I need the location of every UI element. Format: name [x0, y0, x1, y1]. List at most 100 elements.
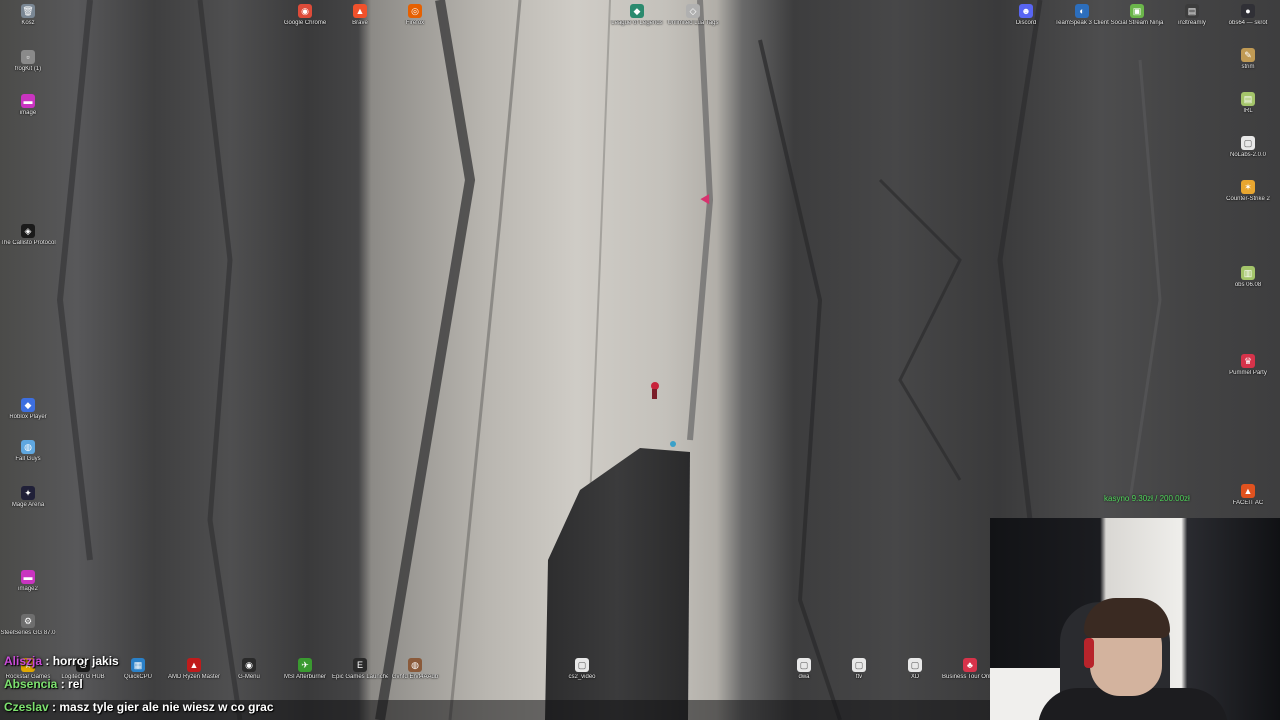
- recycle-bin-icon: 🗑: [21, 4, 35, 18]
- g-menu-icon: ◉: [242, 658, 256, 672]
- desktop-icon-mage-arena[interactable]: ✦ Mage Arena: [0, 486, 56, 509]
- icon-label: Unlimited Lua Tags: [667, 20, 719, 26]
- desktop-icon-steelseries-gg[interactable]: ⚙ SteelSeries GG 87.0: [0, 614, 56, 637]
- chat-text: horror jakis: [52, 654, 119, 668]
- image-file-icon: ▬: [21, 570, 35, 584]
- desktop-icon-gvhfd[interactable]: ◍ Gvhfd Ervt4AAdb: [387, 658, 443, 681]
- cpu-icon: ▦: [131, 658, 145, 672]
- chat-message: Absencia : rel: [4, 677, 83, 691]
- image-file-icon: ▬: [21, 94, 35, 108]
- desktop-icon-instreamly[interactable]: ▤ in3treamly: [1164, 4, 1220, 27]
- icon-label: Social Stream Ninja: [1110, 20, 1164, 26]
- desktop-icon-frogkit[interactable]: ▫ frogKit (1): [0, 50, 56, 73]
- file-icon: ▢: [852, 658, 866, 672]
- file-icon: ▢: [1241, 136, 1255, 150]
- icon-label: Gvhfd Ervt4AAdb: [391, 674, 439, 680]
- brave-icon: ▲: [353, 4, 367, 18]
- pummel-party-icon: ♛: [1241, 354, 1255, 368]
- chat-separator: :: [45, 654, 50, 668]
- icon-label: Discord: [1015, 20, 1037, 26]
- portrait-icon: ◍: [408, 658, 422, 672]
- desktop-icon-amd-ryzen-master[interactable]: ▲ AMD Ryzen Master: [166, 658, 222, 681]
- desktop-icon-roblox[interactable]: ◆ Roblox Player: [0, 398, 56, 421]
- mage-arena-icon: ✦: [21, 486, 35, 500]
- webcam-hair: [1084, 598, 1170, 638]
- file-icon: ▢: [575, 658, 589, 672]
- icon-label: G-Menu: [238, 674, 260, 680]
- faceit-icon: ▲: [1241, 484, 1255, 498]
- icon-label: Fall Guys: [15, 456, 41, 462]
- desktop-icon-obs64[interactable]: ● obs64 — skrót: [1220, 4, 1276, 27]
- desktop-icon-counter-strike-2[interactable]: ✶ Counter-Strike 2: [1220, 180, 1276, 203]
- icon-label: image: [19, 110, 37, 116]
- desktop-icon-discord[interactable]: ☻ Discord: [998, 4, 1054, 27]
- desktop-icon-brave[interactable]: ▲ Brave: [332, 4, 388, 27]
- icon-label: image2: [18, 586, 38, 592]
- chat-separator: :: [52, 700, 57, 714]
- icon-label: obs64 — skrót: [1228, 20, 1268, 26]
- chat-username: Aliszja: [4, 654, 43, 668]
- icon-label: Pummel Party: [1229, 370, 1267, 376]
- icon-label: Epic Games Launcher: [332, 674, 388, 680]
- desktop-icon-social-stream-ninja[interactable]: ▣ Social Stream Ninja: [1109, 4, 1165, 27]
- icon-label: ttv: [855, 674, 863, 680]
- desktop-icon-firefox[interactable]: ◎ Firefox: [387, 4, 443, 27]
- desktop-icon-recycle-bin[interactable]: 🗑 Kosz: [0, 4, 56, 27]
- desktop-icon-image[interactable]: ▬ image: [0, 94, 56, 117]
- chat-text: rel: [68, 677, 83, 691]
- desktop-icon-dwa[interactable]: ▢ dwa: [776, 658, 832, 681]
- social-stream-ninja-icon: ▣: [1130, 4, 1144, 18]
- headphones-icon: [1084, 638, 1094, 668]
- desktop-icon-pummel-party[interactable]: ♛ Pummel Party: [1220, 354, 1276, 377]
- desktop-icon-league-of-legends[interactable]: ◆ League of Legends: [609, 4, 665, 27]
- desktop-icon-g-menu[interactable]: ◉ G-Menu: [221, 658, 277, 681]
- icon-label: Roblox Player: [9, 414, 47, 420]
- file-icon: ▢: [908, 658, 922, 672]
- desktop-icon-ttv[interactable]: ▢ ttv: [831, 658, 887, 681]
- instreamly-icon: ▤: [1185, 4, 1199, 18]
- desktop-icon-nolabs[interactable]: ▢ NoLabs-2.0.0: [1220, 136, 1276, 159]
- icon-label: Brave: [352, 20, 368, 26]
- counter-strike-icon: ✶: [1241, 180, 1255, 194]
- msi-afterburner-icon: ✈: [298, 658, 312, 672]
- icon-label: Firefox: [405, 20, 425, 26]
- desktop-icon-strim[interactable]: ✎ strim: [1220, 48, 1276, 71]
- chat-text: masz tyle gier ale nie wiesz w co grac: [59, 700, 274, 714]
- desktop-icon-obs-0608[interactable]: ▥ obs 06.08: [1220, 266, 1276, 289]
- icon-label: SteelSeries GG 87.0: [0, 630, 56, 636]
- desktop-icon-image2[interactable]: ▬ image2: [0, 570, 56, 593]
- epic-games-icon: E: [353, 658, 367, 672]
- file-icon: ▫: [21, 50, 35, 64]
- league-of-legends-icon: ◆: [630, 4, 644, 18]
- desktop-icon-google-chrome[interactable]: ◉ Google Chrome: [277, 4, 333, 27]
- desktop-icon-cs2-video[interactable]: ▢ cs2_video: [554, 658, 610, 681]
- icon-label: NoLabs-2.0.0: [1229, 152, 1267, 158]
- icon-label: Counter-Strike 2: [1226, 196, 1270, 202]
- icon-label: obs 06.08: [1234, 282, 1262, 288]
- desktop-icon-irl[interactable]: ▤ IRL: [1220, 92, 1276, 115]
- roblox-icon: ◆: [21, 398, 35, 412]
- document-icon: ▥: [1241, 266, 1255, 280]
- obs-icon: ●: [1241, 4, 1255, 18]
- icon-label: XD: [910, 674, 920, 680]
- desktop-icon-xd[interactable]: ▢ XD: [887, 658, 943, 681]
- chat-username: Czeslav: [4, 700, 49, 714]
- discord-icon: ☻: [1019, 4, 1033, 18]
- desktop-icon-teamspeak[interactable]: ◐ TeamSpeak 3 Client: [1054, 4, 1110, 27]
- desktop-icon-callisto-protocol[interactable]: ◈ The Callisto Protocol: [0, 224, 56, 247]
- chat-message: Czeslav : masz tyle gier ale nie wiesz w…: [4, 700, 274, 714]
- icon-label: Kosz: [21, 20, 35, 26]
- document-icon: ▤: [1241, 92, 1255, 106]
- icon-label: in3treamly: [1178, 20, 1206, 26]
- amd-icon: ▲: [187, 658, 201, 672]
- icon-label: strim: [1241, 64, 1255, 70]
- desktop-icon-msi-afterburner[interactable]: ✈ MSI Afterburner: [277, 658, 333, 681]
- desktop-icon-fall-guys[interactable]: ◍ Fall Guys: [0, 440, 56, 463]
- business-tour-icon: ♣: [963, 658, 977, 672]
- desktop-icon-faceit-ac[interactable]: ▲ FACEIT AC: [1220, 484, 1276, 507]
- desktop-icon-unlimited-lua-tags[interactable]: ◇ Unlimited Lua Tags: [665, 4, 721, 27]
- icon-label: Google Chrome: [283, 20, 327, 26]
- desktop-icon-epic-games[interactable]: E Epic Games Launcher: [332, 658, 388, 681]
- file-icon: ◇: [686, 4, 700, 18]
- icon-label: dwa: [798, 674, 810, 680]
